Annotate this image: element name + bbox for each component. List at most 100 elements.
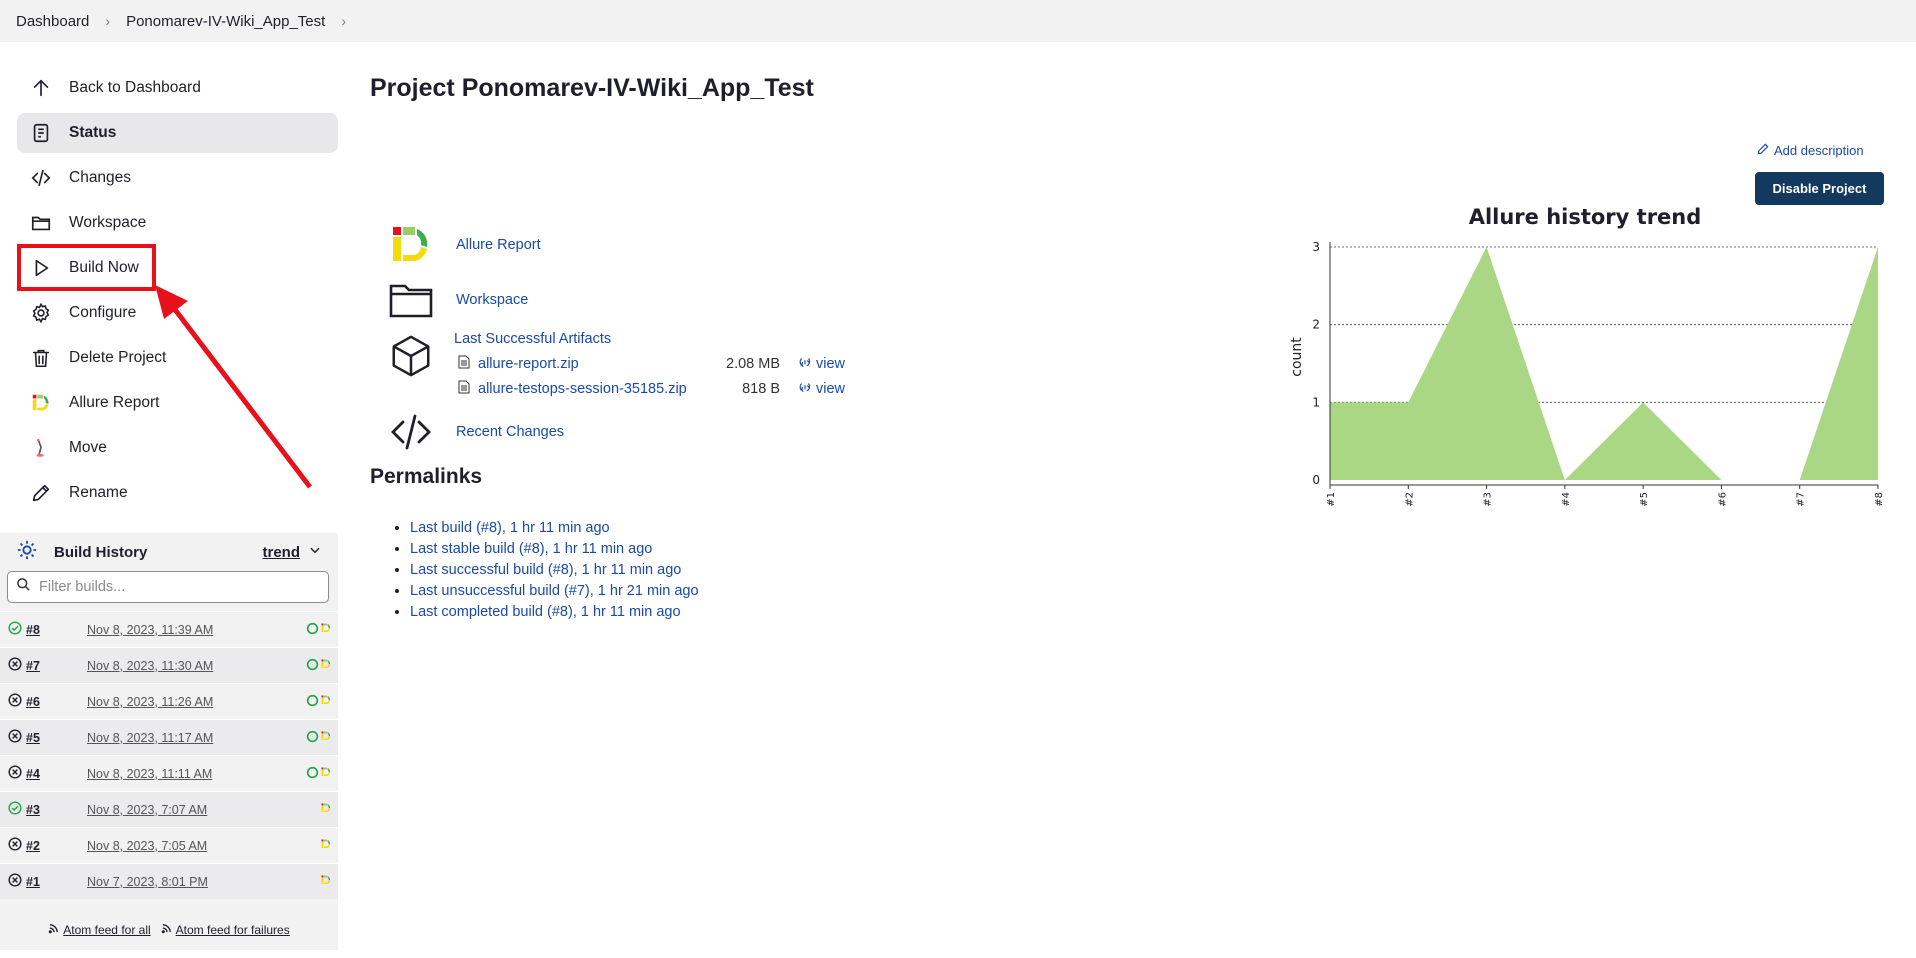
artifact-file-link[interactable]: allure-testops-session-35185.zip	[478, 381, 711, 397]
build-date-link[interactable]: Nov 8, 2023, 11:11 AM	[87, 767, 292, 781]
permalink-item: Last successful build (#8), 1 hr 11 min …	[410, 562, 699, 583]
testops-badge-icon[interactable]	[306, 622, 319, 638]
build-badges	[292, 838, 332, 853]
task-status[interactable]: Status	[17, 113, 338, 153]
permalink-last-unsuccessful[interactable]: Last unsuccessful build (#7), 1 hr 21 mi…	[410, 583, 699, 599]
build-badges	[292, 622, 332, 638]
build-number-link[interactable]: #1	[26, 875, 87, 889]
task-configure[interactable]: Configure	[17, 293, 338, 333]
permalink-last-build[interactable]: Last build (#8), 1 hr 11 min ago	[410, 520, 610, 536]
task-label: Move	[69, 439, 107, 456]
build-row[interactable]: #2 Nov 8, 2023, 7:05 AM	[0, 827, 338, 863]
build-number-link[interactable]: #2	[26, 839, 87, 853]
artifact-view-link[interactable]: view	[798, 355, 845, 373]
folder-icon	[384, 273, 438, 327]
add-description-label: Add description	[1774, 143, 1864, 158]
artifact-file-link[interactable]: allure-report.zip	[478, 356, 711, 372]
build-date-link[interactable]: Nov 8, 2023, 11:39 AM	[87, 623, 292, 637]
failed-status-icon	[8, 873, 22, 890]
disable-project-button[interactable]: Disable Project	[1755, 172, 1884, 205]
artifact-size: 818 B	[742, 381, 780, 397]
play-icon	[29, 256, 53, 280]
last-successful-artifacts-link[interactable]: Last Successful Artifacts	[454, 331, 611, 347]
allure-badge-icon[interactable]	[320, 838, 332, 853]
atom-feed-failures-link[interactable]: Atom feed for failures	[161, 923, 290, 937]
atom-feed-all-label: Atom feed for all	[63, 923, 151, 937]
task-back-to-dashboard[interactable]: Back to Dashboard	[17, 68, 338, 108]
build-date-link[interactable]: Nov 8, 2023, 7:07 AM	[87, 803, 292, 817]
task-move[interactable]: Move	[17, 428, 338, 468]
trash-icon	[29, 346, 53, 370]
build-row[interactable]: #3 Nov 8, 2023, 7:07 AM	[0, 791, 338, 827]
add-description-link[interactable]: Add description	[1756, 142, 1864, 159]
task-delete-project[interactable]: Delete Project	[17, 338, 338, 378]
task-workspace[interactable]: Workspace	[17, 203, 338, 243]
allure-badge-icon[interactable]	[320, 694, 332, 709]
build-date-link[interactable]: Nov 8, 2023, 11:30 AM	[87, 659, 292, 673]
build-badges	[292, 874, 332, 889]
permalink-item: Last stable build (#8), 1 hr 11 min ago	[410, 541, 699, 562]
build-number-link[interactable]: #6	[26, 695, 87, 709]
testops-badge-icon[interactable]	[306, 766, 319, 782]
x-tick-label: #3	[1483, 492, 1494, 507]
build-row[interactable]: #5 Nov 8, 2023, 11:17 AM	[0, 719, 338, 755]
filter-builds-input[interactable]	[39, 579, 319, 595]
atom-feed-all-link[interactable]: Atom feed for all	[48, 923, 151, 937]
build-row[interactable]: #7 Nov 8, 2023, 11:30 AM	[0, 647, 338, 683]
success-status-icon	[8, 621, 22, 638]
allure-badge-icon[interactable]	[320, 874, 332, 889]
build-date-link[interactable]: Nov 8, 2023, 11:26 AM	[87, 695, 292, 709]
task-label: Workspace	[69, 214, 147, 231]
task-changes[interactable]: Changes	[17, 158, 338, 198]
allure-badge-icon[interactable]	[320, 622, 332, 637]
build-row[interactable]: #1 Nov 7, 2023, 8:01 PM	[0, 863, 338, 899]
package-box-icon	[384, 329, 438, 383]
fingerprint-icon	[798, 355, 812, 373]
artifact-view-link[interactable]: view	[798, 380, 845, 398]
search-icon	[16, 577, 31, 597]
build-row[interactable]: #4 Nov 8, 2023, 11:11 AM	[0, 755, 338, 791]
task-allure-report[interactable]: Allure Report	[17, 383, 338, 423]
task-rename[interactable]: Rename	[17, 473, 338, 513]
recent-changes-link[interactable]: Recent Changes	[456, 424, 564, 440]
permalink-last-completed[interactable]: Last completed build (#8), 1 hr 11 min a…	[410, 604, 681, 620]
trend-link[interactable]: trend	[263, 544, 301, 561]
code-icon	[29, 166, 53, 190]
build-date-link[interactable]: Nov 8, 2023, 11:17 AM	[87, 731, 292, 745]
task-build-now[interactable]: Build Now	[17, 248, 338, 288]
chevron-right-icon: ›	[105, 13, 111, 29]
testops-badge-icon[interactable]	[306, 658, 319, 674]
chevron-right-icon[interactable]: ›	[341, 13, 346, 29]
permalinks-list: Last build (#8), 1 hr 11 min ago Last st…	[410, 520, 699, 625]
allure-badge-icon[interactable]	[320, 658, 332, 673]
permalink-last-successful[interactable]: Last successful build (#8), 1 hr 11 min …	[410, 562, 681, 578]
build-row[interactable]: #6 Nov 8, 2023, 11:26 AM	[0, 683, 338, 719]
build-date-link[interactable]: Nov 8, 2023, 7:05 AM	[87, 839, 292, 853]
testops-badge-icon[interactable]	[306, 730, 319, 746]
allure-report-link[interactable]: Allure Report	[456, 237, 541, 253]
build-number-link[interactable]: #3	[26, 803, 87, 817]
testops-badge-icon[interactable]	[306, 694, 319, 710]
breadcrumb-project[interactable]: Ponomarev-IV-Wiki_App_Test	[126, 13, 325, 30]
allure-badge-icon[interactable]	[320, 766, 332, 781]
allure-badge-icon[interactable]	[320, 802, 332, 817]
permalink-item: Last build (#8), 1 hr 11 min ago	[410, 520, 699, 541]
build-number-link[interactable]: #5	[26, 731, 87, 745]
workspace-link[interactable]: Workspace	[456, 292, 528, 308]
allure-trend-chart[interactable]: count 0 1 2 3 #1 #2 #3 #4 #5 #6 #7 #8	[1285, 232, 1885, 512]
breadcrumb-dashboard[interactable]: Dashboard	[16, 13, 89, 30]
chevron-down-icon[interactable]	[308, 543, 322, 561]
allure-badge-icon[interactable]	[320, 730, 332, 745]
y-tick-label: 0	[1312, 473, 1320, 487]
build-number-link[interactable]: #7	[26, 659, 87, 673]
build-number-link[interactable]: #8	[26, 623, 87, 637]
permalink-item: Last completed build (#8), 1 hr 11 min a…	[410, 604, 699, 625]
filter-builds-field[interactable]	[7, 571, 329, 603]
y-tick-label: 3	[1312, 240, 1320, 254]
build-number-link[interactable]: #4	[26, 767, 87, 781]
build-date-link[interactable]: Nov 7, 2023, 8:01 PM	[87, 875, 292, 889]
build-row[interactable]: #8 Nov 8, 2023, 11:39 AM	[0, 611, 338, 647]
artifact-view-label: view	[816, 356, 846, 372]
permalink-last-stable[interactable]: Last stable build (#8), 1 hr 11 min ago	[410, 541, 652, 557]
build-badges	[292, 802, 332, 817]
